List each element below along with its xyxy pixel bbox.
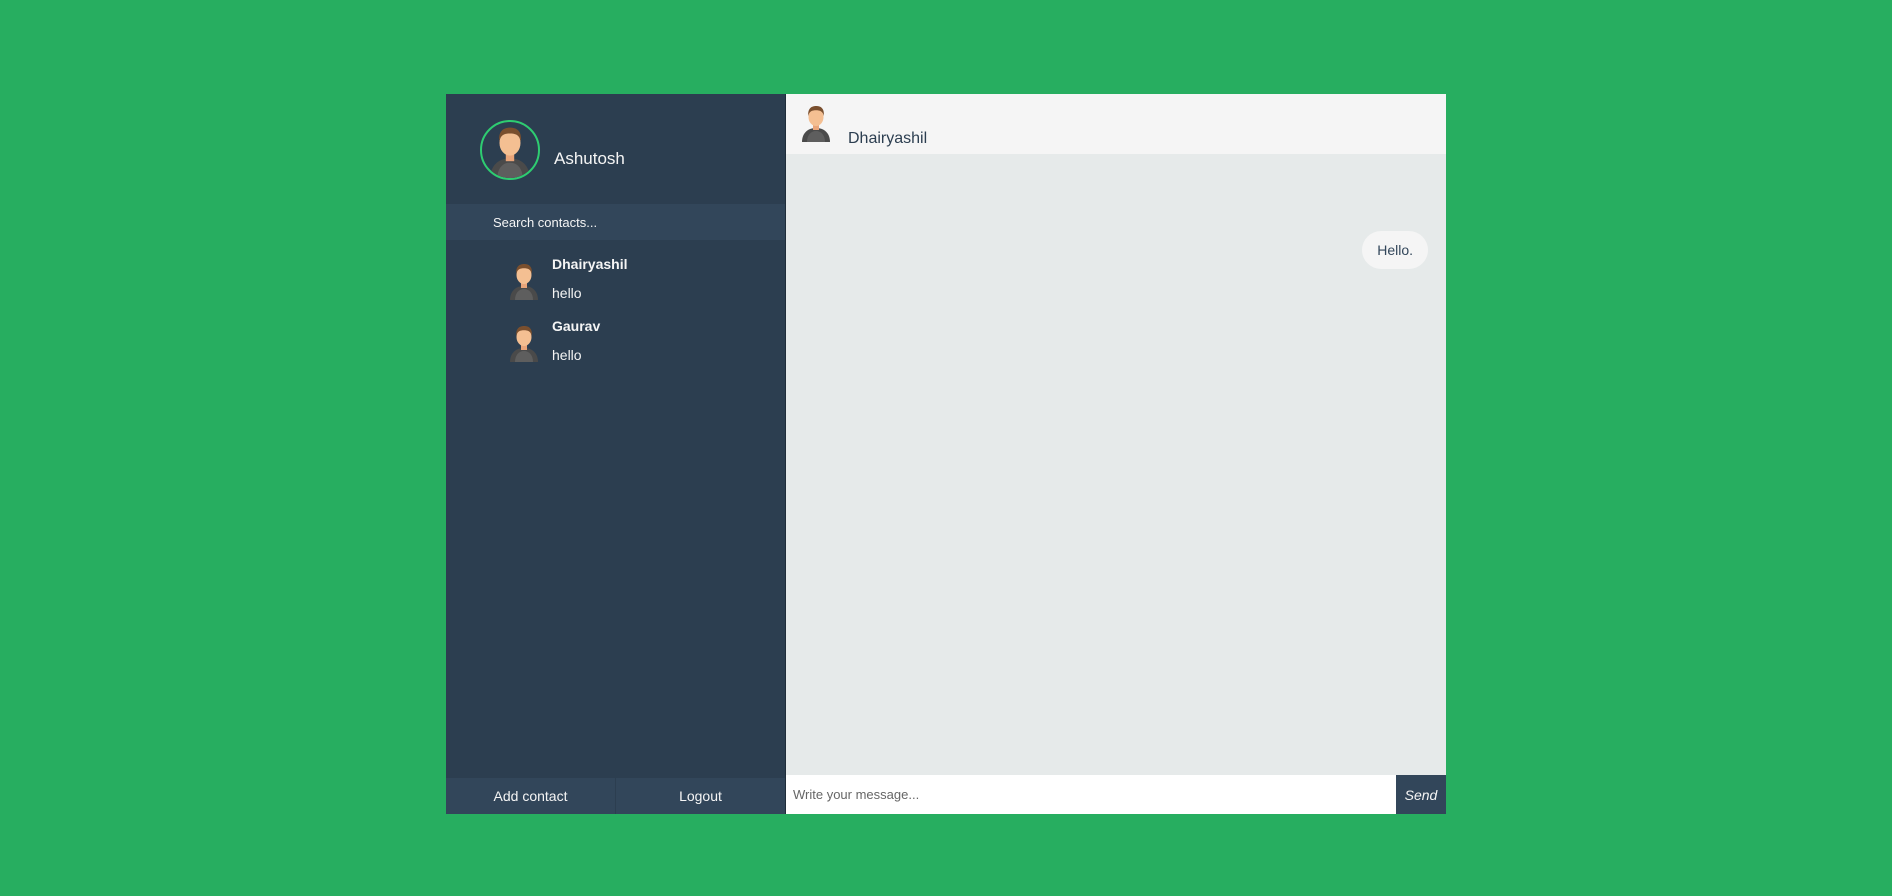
search-input[interactable] [491, 213, 755, 231]
conversation-header: Dhairyashil [786, 94, 1446, 154]
user-avatar-icon [510, 264, 538, 300]
user-avatar-icon [490, 127, 530, 178]
message-list[interactable]: Hello. [786, 154, 1446, 774]
user-avatar-icon [510, 326, 538, 362]
contact-search [446, 204, 785, 240]
chat-app: Ashutosh Dhairyashil hello [446, 94, 1446, 814]
message-bubble-sent: Hello. [1362, 231, 1428, 269]
profile-avatar[interactable] [480, 120, 540, 180]
user-profile: Ashutosh [480, 120, 625, 180]
conversation-panel: Dhairyashil Hello. Send [786, 94, 1446, 814]
send-button[interactable]: Send [1396, 775, 1446, 814]
contact-item-dhairyashil[interactable]: Dhairyashil hello [446, 254, 785, 316]
contact-list: Dhairyashil hello Gaurav hello [446, 254, 785, 378]
contact-item-gaurav[interactable]: Gaurav hello [446, 316, 785, 378]
message-input[interactable] [786, 775, 1396, 814]
profile-name: Ashutosh [554, 149, 625, 168]
contact-avatar [504, 260, 544, 300]
user-avatar-icon [802, 106, 830, 142]
contact-meta: Dhairyashil hello [552, 254, 627, 301]
contact-avatar [504, 322, 544, 362]
contact-name: Dhairyashil [552, 256, 628, 272]
message-composer: Send [786, 775, 1446, 814]
sidebar: Ashutosh Dhairyashil hello [446, 94, 786, 814]
contact-name: Gaurav [552, 318, 601, 334]
contact-preview: hello [552, 285, 582, 301]
contact-preview: hello [552, 347, 582, 363]
logout-button[interactable]: Logout [615, 778, 785, 814]
conversation-avatar[interactable] [796, 102, 836, 142]
add-contact-button[interactable]: Add contact [446, 778, 615, 814]
conversation-contact-name: Dhairyashil [848, 130, 928, 147]
sidebar-bottom-bar: Add contact Logout [446, 778, 785, 814]
contact-meta: Gaurav hello [552, 316, 600, 363]
